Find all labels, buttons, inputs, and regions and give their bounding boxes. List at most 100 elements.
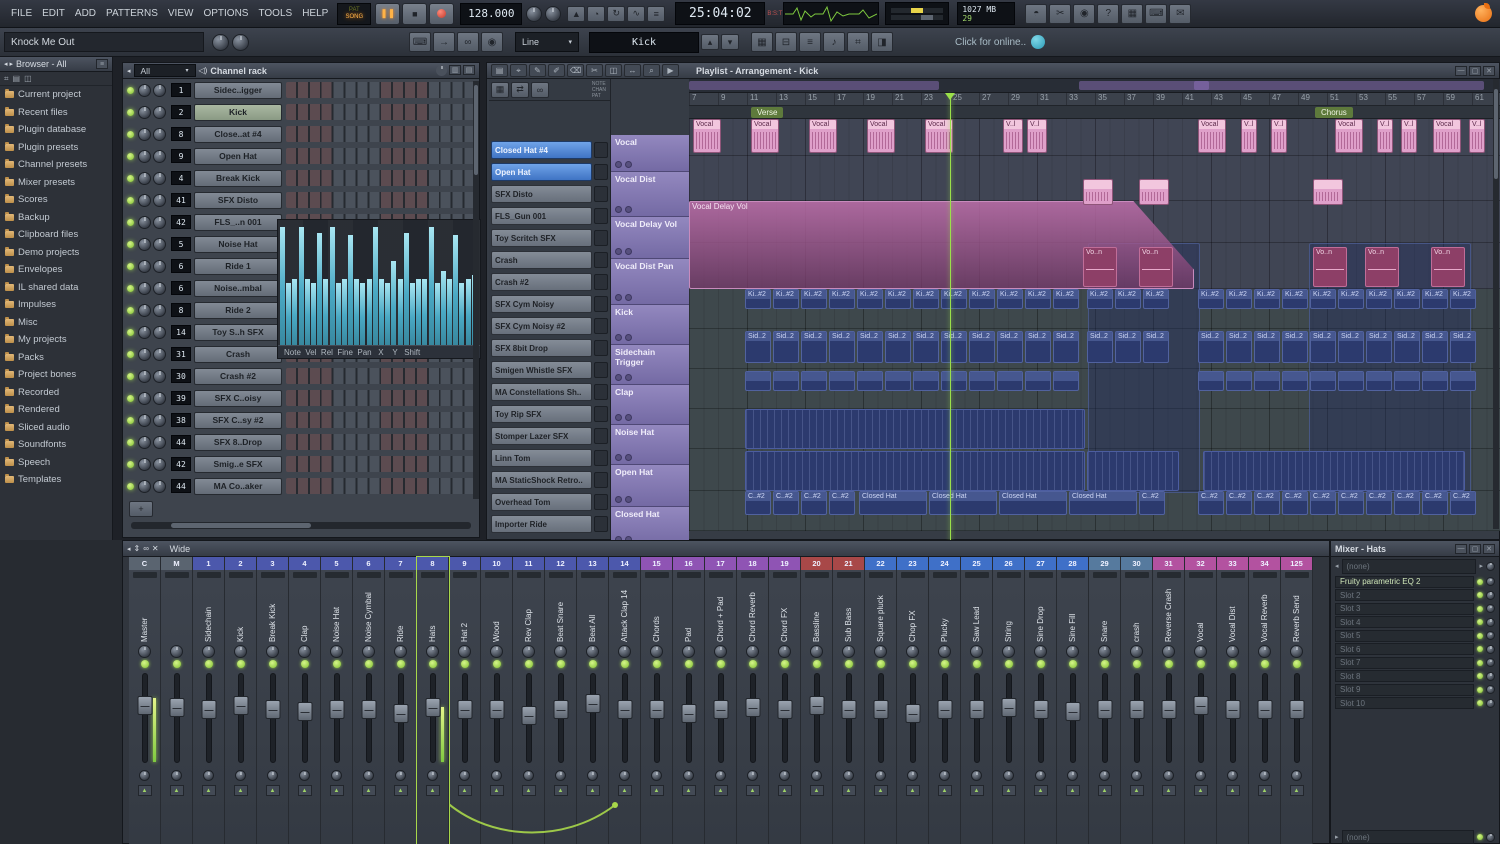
strip-route-arrow[interactable]: ▲ xyxy=(1033,785,1048,796)
rack-filter-selector[interactable]: All ▾ xyxy=(133,64,196,77)
picker-item-button[interactable]: Overhead Tom xyxy=(491,493,592,511)
fader-handle[interactable] xyxy=(521,706,536,725)
strip-pan-knob[interactable] xyxy=(650,645,663,658)
playlist-tool-icon[interactable]: ✂ xyxy=(586,64,603,77)
transport-option-icon[interactable]: ≡ xyxy=(647,5,666,22)
fader-handle[interactable] xyxy=(489,700,504,719)
strip-volume-fader[interactable] xyxy=(417,670,448,766)
velocity-bar[interactable] xyxy=(317,233,323,345)
strip-volume-fader[interactable] xyxy=(481,670,512,766)
channel-enable-led[interactable] xyxy=(127,306,134,314)
fader-handle[interactable] xyxy=(457,700,472,719)
channel-volume-knob[interactable] xyxy=(153,149,166,163)
strip-pan-knob[interactable] xyxy=(1098,645,1111,658)
strip-stereo-knob[interactable] xyxy=(1035,770,1046,781)
rack-graph-icon[interactable]: ▥ xyxy=(449,65,461,75)
track-lock-icon[interactable] xyxy=(625,161,632,168)
waveform-icon[interactable] xyxy=(594,296,608,312)
pattern-up-button[interactable]: ▴ xyxy=(701,34,719,50)
channel-pan-knob[interactable] xyxy=(138,259,151,273)
bar-number[interactable]: 9 xyxy=(718,93,747,105)
browser-item[interactable]: Impulses xyxy=(0,296,112,314)
playlist-tool-icon[interactable]: ▶ xyxy=(662,64,679,77)
channel-button[interactable]: Crash #2 xyxy=(194,367,282,385)
insert-close-button[interactable]: ✕ xyxy=(1483,543,1495,554)
rack-keyboard-icon[interactable]: ▤ xyxy=(463,65,475,75)
fader-handle[interactable] xyxy=(1225,700,1240,719)
strip-volume-fader[interactable] xyxy=(769,670,800,766)
playlist-clip[interactable]: C..#2 xyxy=(1226,491,1252,515)
channel-button[interactable]: SFX C..sy #2 xyxy=(194,411,282,429)
playlist-clip[interactable]: V..l xyxy=(1401,119,1417,153)
strip-stereo-knob[interactable] xyxy=(651,770,662,781)
channel-enable-led[interactable] xyxy=(127,174,134,182)
strip-mute-led[interactable] xyxy=(492,660,501,668)
strip-stereo-knob[interactable] xyxy=(139,770,150,781)
playlist-clip[interactable] xyxy=(829,371,855,391)
strip-name[interactable]: Sub Bass xyxy=(844,580,853,642)
insert-next-icon[interactable]: ▸ xyxy=(1479,562,1483,570)
strip-pan-knob[interactable] xyxy=(810,645,823,658)
strip-route-arrow[interactable]: ▲ xyxy=(1161,785,1176,796)
playlist-clip[interactable]: Ki..#2 xyxy=(1422,289,1448,309)
rack-collapse-icon[interactable]: ◂ xyxy=(127,67,131,75)
velocity-bar[interactable] xyxy=(434,283,440,345)
playlist-clip[interactable]: Sid..2 xyxy=(885,331,911,363)
channel-enable-led[interactable] xyxy=(127,196,134,204)
browser-item[interactable]: Clipboard files xyxy=(0,226,112,244)
playlist-clip[interactable]: Closed Hat xyxy=(1069,491,1137,515)
strip-name[interactable]: Plucky xyxy=(940,580,949,642)
strip-pan-knob[interactable] xyxy=(970,645,983,658)
playlist-clip[interactable]: Ki..#2 xyxy=(1366,289,1392,309)
playlist-clip[interactable]: V..l xyxy=(1027,119,1047,153)
strip-volume-fader[interactable] xyxy=(1249,670,1280,766)
strip-mute-led[interactable] xyxy=(204,660,213,668)
velocity-bar[interactable] xyxy=(465,279,471,345)
playlist-clip[interactable]: C..#2 xyxy=(1338,491,1364,515)
strip-name[interactable]: Vocal Dist xyxy=(1228,580,1237,642)
browser-plugin-icon[interactable]: ⌗ xyxy=(4,74,9,84)
strip-route-arrow[interactable]: ▲ xyxy=(649,785,664,796)
fx-slot-enable-led[interactable] xyxy=(1477,632,1483,639)
playlist-close-button[interactable]: ✕ xyxy=(1483,65,1495,76)
tempo-display[interactable]: 128.000 xyxy=(460,2,523,25)
step-sequencer[interactable] xyxy=(286,82,475,98)
playlist-track-header[interactable]: Sidechain Trigger xyxy=(611,345,689,385)
top-tool-icon[interactable]: ⌨ xyxy=(1145,3,1168,24)
strip-pan-knob[interactable] xyxy=(938,645,951,658)
play-button[interactable]: ❚❚ xyxy=(375,2,401,25)
browser-item[interactable]: Envelopes xyxy=(0,261,112,279)
playlist-clip[interactable]: Sid..2 xyxy=(1226,331,1252,363)
fader-handle[interactable] xyxy=(617,700,632,719)
bar-number[interactable]: 31 xyxy=(1037,93,1066,105)
channel-volume-knob[interactable] xyxy=(153,83,166,97)
fader-handle[interactable] xyxy=(1033,700,1048,719)
strip-mute-led[interactable] xyxy=(780,660,789,668)
strip-pan-knob[interactable] xyxy=(682,645,695,658)
fader-handle[interactable] xyxy=(425,698,440,717)
swing-knob[interactable] xyxy=(232,33,249,51)
strip-stereo-knob[interactable] xyxy=(395,770,406,781)
channel-enable-led[interactable] xyxy=(127,218,134,226)
strip-name[interactable]: Sidechain xyxy=(204,580,213,642)
view-tool-icon[interactable]: ⌗ xyxy=(847,32,869,52)
channel-button[interactable]: Noise..mbal xyxy=(194,279,282,297)
playlist-tool-icon[interactable]: ⌖ xyxy=(510,64,527,77)
channel-button[interactable]: Toy S..h SFX xyxy=(194,323,282,341)
fx-slot-mix-knob[interactable] xyxy=(1486,698,1495,708)
strip-mute-led[interactable] xyxy=(300,660,309,668)
strip-mute-led[interactable] xyxy=(908,660,917,668)
strip-volume-fader[interactable] xyxy=(705,670,736,766)
strip-mute-led[interactable] xyxy=(620,660,629,668)
channel-pan-knob[interactable] xyxy=(138,457,151,471)
strip-mute-led[interactable] xyxy=(812,660,821,668)
playlist-clip[interactable] xyxy=(1310,371,1336,391)
fader-handle[interactable] xyxy=(1257,700,1272,719)
fx-slot-mix-knob[interactable] xyxy=(1486,631,1495,641)
strip-route-arrow[interactable]: ▲ xyxy=(1289,785,1304,796)
strip-mute-led[interactable] xyxy=(332,660,341,668)
playlist-clip[interactable] xyxy=(913,371,939,391)
channel-volume-knob[interactable] xyxy=(153,259,166,273)
fader-handle[interactable] xyxy=(713,700,728,719)
channel-enable-led[interactable] xyxy=(127,438,134,446)
